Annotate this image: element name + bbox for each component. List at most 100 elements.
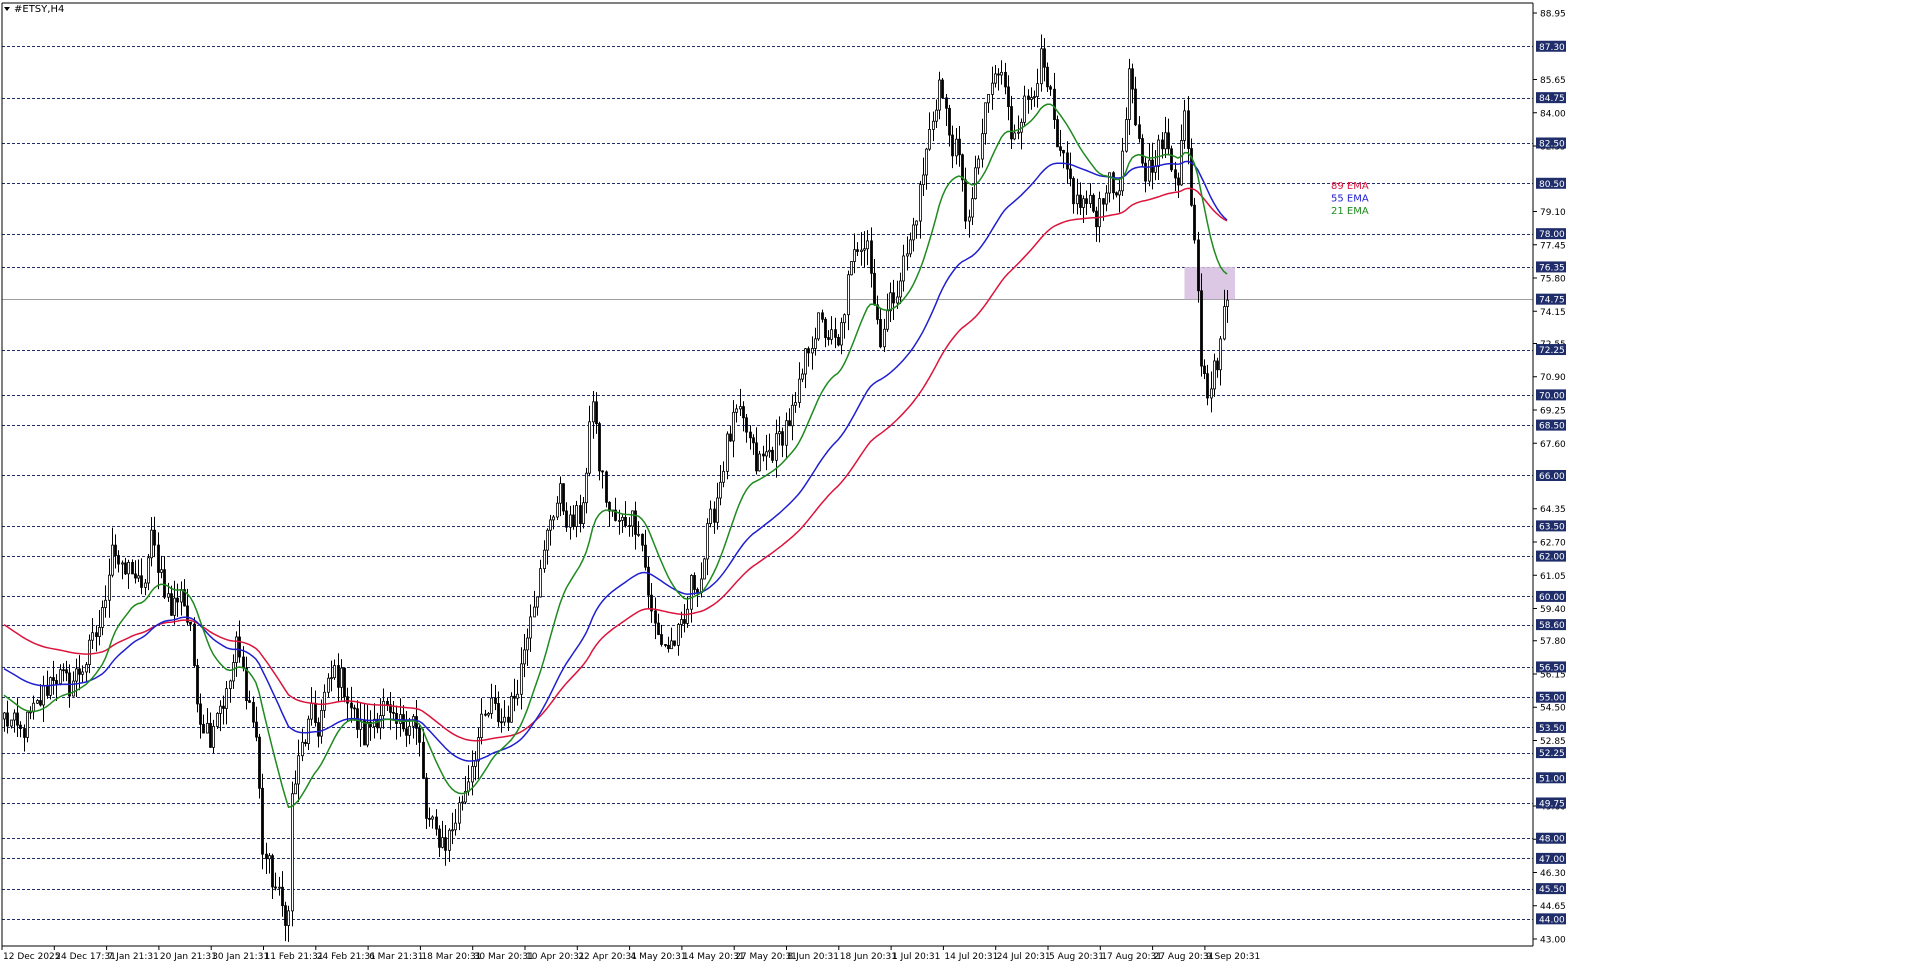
y-tick-label: 44.65	[1540, 902, 1566, 912]
x-tick-label: 4 May 20:31	[631, 952, 687, 962]
svg-text:72.25: 72.25	[1539, 346, 1565, 356]
svg-text:58.60: 58.60	[1539, 621, 1565, 631]
candle	[605, 470, 608, 508]
candle	[216, 712, 219, 729]
x-tick-label: 6 Mar 21:31	[369, 952, 423, 962]
y-tick-label: 52.85	[1540, 737, 1566, 747]
y-tick-label: 62.70	[1540, 538, 1566, 548]
svg-text:60.00: 60.00	[1539, 593, 1565, 603]
candle	[193, 617, 196, 668]
level-price-label: 47.00	[1536, 852, 1566, 865]
svg-text:56.50: 56.50	[1539, 663, 1565, 673]
svg-text:74.75: 74.75	[1539, 296, 1565, 306]
y-tick-label: 74.15	[1540, 308, 1566, 318]
level-price-label: 87.30	[1536, 40, 1566, 53]
candle	[758, 450, 761, 472]
level-price-label: 45.50	[1536, 883, 1566, 895]
legend: 89 EMA 55 EMA21 EMA	[1331, 181, 1369, 217]
candle	[817, 312, 820, 341]
y-tick-label: 64.35	[1540, 505, 1566, 515]
svg-text:82.50: 82.50	[1539, 139, 1565, 149]
svg-text:48.00: 48.00	[1539, 835, 1565, 845]
svg-text:44.00: 44.00	[1539, 915, 1565, 925]
y-tick-label: 46.30	[1540, 869, 1566, 879]
x-tick-label: 18 Jun 20:31	[840, 952, 897, 962]
legend-89-ema: 89 EMA	[1331, 181, 1369, 192]
y-tick-label: 79.10	[1540, 208, 1566, 218]
x-tick-label: 18 Mar 20:31	[421, 952, 481, 962]
svg-text:51.00: 51.00	[1539, 774, 1565, 784]
svg-text:80.50: 80.50	[1539, 180, 1565, 190]
svg-text:47.00: 47.00	[1539, 855, 1565, 865]
candle	[1190, 138, 1193, 207]
chart-root: 89 EMA55 EMA21 EMA 88.9585.6584.0082.357…	[0, 0, 1916, 963]
level-price-label: 51.00	[1536, 772, 1566, 784]
candle	[941, 78, 944, 99]
level-price-label: 53.50	[1536, 721, 1566, 734]
level-price-label: 63.50	[1536, 520, 1566, 532]
y-tick-label: 61.05	[1540, 572, 1566, 582]
y-tick-label: 67.60	[1540, 440, 1566, 450]
level-price-label: 60.00	[1536, 590, 1566, 603]
y-tick-label: 54.50	[1540, 704, 1566, 714]
level-price-label: 44.00	[1536, 913, 1566, 925]
candle	[1092, 193, 1095, 213]
level-price-label: 82.50	[1536, 137, 1566, 149]
svg-text:55.00: 55.00	[1539, 694, 1565, 704]
y-tick-label: 59.40	[1540, 605, 1566, 615]
level-price-label: 56.50	[1536, 661, 1566, 673]
y-tick-label: 43.00	[1540, 936, 1566, 946]
x-tick-label: 30 Jan 21:31	[212, 952, 269, 962]
svg-text:78.00: 78.00	[1539, 230, 1565, 240]
level-price-label: 70.00	[1536, 389, 1566, 401]
svg-text:45.50: 45.50	[1539, 885, 1565, 895]
candle	[291, 781, 294, 927]
level-price-label: 68.50	[1536, 419, 1566, 432]
x-tick-label: 10 Apr 20:31	[526, 952, 585, 962]
level-price-label: 84.75	[1536, 92, 1566, 104]
x-tick-label: 24 Feb 21:31	[317, 952, 376, 962]
level-price-label: 49.75	[1536, 797, 1566, 809]
svg-text:63.50: 63.50	[1539, 522, 1565, 532]
x-tick-label: 24 Jul 20:31	[997, 952, 1051, 962]
svg-text:62.00: 62.00	[1539, 553, 1565, 563]
level-price-label: 66.00	[1536, 469, 1566, 482]
level-price-label: 62.00	[1536, 550, 1566, 563]
legend-55-ema: 55 EMA	[1331, 194, 1369, 205]
svg-text:68.50: 68.50	[1539, 422, 1565, 432]
level-price-label: 80.50	[1536, 177, 1566, 190]
candle	[703, 557, 706, 580]
y-tick-label: 69.25	[1540, 407, 1566, 417]
x-tick-label: 8 Jun 20:31	[788, 952, 839, 962]
y-tick-label: 57.80	[1540, 637, 1566, 647]
x-tick-label: 1 Jul 20:31	[892, 952, 940, 962]
candle	[562, 483, 565, 516]
candle	[26, 711, 29, 743]
svg-text:76.35: 76.35	[1539, 263, 1565, 273]
candle	[673, 640, 676, 647]
level-price-label: 58.60	[1536, 619, 1566, 631]
x-tick-label: 22 Apr 20:31	[578, 952, 637, 962]
svg-text:87.30: 87.30	[1539, 43, 1565, 53]
y-tick-label: 88.95	[1540, 10, 1566, 20]
x-tick-label: 5 Aug 20:31	[1049, 952, 1104, 962]
y-tick-label: 85.65	[1540, 76, 1566, 86]
x-tick-label: 9 Sep 20:31	[1206, 952, 1260, 962]
level-price-label: 55.00	[1536, 691, 1566, 704]
level-price-label: 74.75	[1536, 293, 1566, 306]
candle	[1170, 145, 1173, 173]
title-bar: #ETSY,H4	[4, 4, 64, 15]
candle	[510, 692, 513, 723]
svg-text:84.75: 84.75	[1539, 94, 1565, 104]
svg-text:53.50: 53.50	[1539, 724, 1565, 734]
x-tick-label: 12 Dec 2025	[3, 952, 61, 962]
x-tick-label: 30 Mar 20:31	[474, 952, 534, 962]
level-price-label: 76.35	[1536, 261, 1566, 273]
candle	[850, 261, 853, 276]
y-tick-label: 84.00	[1540, 109, 1566, 119]
svg-text:52.25: 52.25	[1539, 749, 1565, 759]
y-tick-label: 77.45	[1540, 241, 1566, 251]
level-price-label: 52.25	[1536, 747, 1566, 759]
x-tick-label: 11 Feb 21:31	[265, 952, 324, 962]
price-chart[interactable]: 89 EMA55 EMA21 EMA 88.9585.6584.0082.357…	[0, 0, 1916, 963]
